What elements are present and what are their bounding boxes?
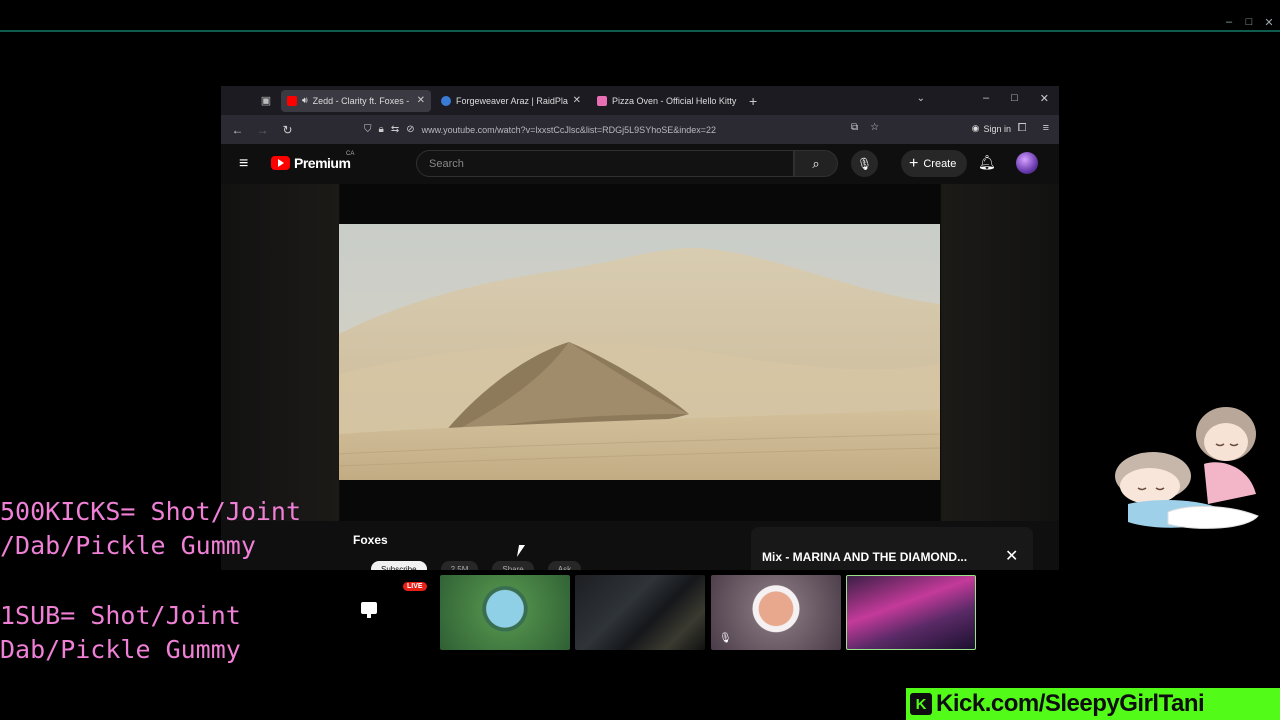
- raidplan-favicon-icon: [441, 95, 451, 106]
- overlay-goal-line-2: /Dab/Pickle Gummy: [0, 531, 256, 560]
- url-actions: ⧉ ☆: [851, 122, 879, 133]
- search-icon: ⌕: [812, 155, 820, 171]
- window-accent-line: [0, 30, 1280, 32]
- window-thumbnail-game[interactable]: [575, 575, 705, 650]
- mic-muted-icon: 🎙︎: [719, 633, 732, 644]
- microphone-icon: 🎙︎: [856, 156, 873, 171]
- url-text[interactable]: www.youtube.com/watch?v=lxxstCcJlsc&list…: [422, 125, 716, 135]
- youtube-brand: Premium: [294, 155, 351, 171]
- plus-icon: +: [909, 154, 919, 172]
- new-tab-button[interactable]: +: [749, 93, 757, 109]
- forward-arrow-icon[interactable]: →: [250, 123, 275, 137]
- mix-title[interactable]: Mix - MARINA AND THE DIAMOND...: [762, 550, 967, 564]
- maximize-icon[interactable]: □: [1011, 92, 1018, 105]
- youtube-logo[interactable]: Premium: [271, 155, 351, 171]
- notifications-bell-icon[interactable]: 🔔︎: [978, 154, 996, 171]
- stream-taskbar: LIVE 🎙︎: [351, 570, 979, 652]
- hello-kitty-favicon-icon: [597, 95, 607, 106]
- window-thumbnail-stream[interactable]: [846, 575, 976, 650]
- create-button[interactable]: + Create: [901, 150, 968, 177]
- search-input[interactable]: [429, 157, 793, 170]
- subscribe-button[interactable]: Subscribe: [371, 561, 427, 570]
- create-label: Create: [923, 157, 957, 170]
- minimize-icon[interactable]: –: [983, 92, 989, 105]
- kick-channel-banner: K Kick.com/SleepyGirlTani: [906, 688, 1280, 720]
- live-badge: LIVE: [403, 582, 427, 591]
- share-button[interactable]: Share: [492, 561, 534, 570]
- audio-playing-icon[interactable]: 🔊︎: [302, 95, 308, 106]
- overlay-goal-line-3: 1SUB= Shot/Joint: [0, 601, 241, 630]
- window-thumbnail-webcam-cat[interactable]: 🎙︎: [711, 575, 841, 650]
- menu-icon[interactable]: ≡: [1043, 122, 1049, 135]
- voice-search-button[interactable]: 🎙︎: [851, 150, 878, 177]
- video-actions: Subscribe 2.5M Share Ask: [371, 561, 582, 570]
- region-code: CA: [346, 151, 355, 157]
- outer-window-controls: – □ ✕: [1224, 16, 1274, 29]
- sleeping-kids-mascot-icon: [1115, 407, 1259, 529]
- reload-icon[interactable]: ↻: [275, 123, 300, 137]
- back-arrow-icon[interactable]: ←: [225, 123, 250, 137]
- lock-icon[interactable]: 🔒︎: [379, 124, 384, 135]
- overlay-goal-line-4: Dab/Pickle Gummy: [0, 635, 241, 664]
- tab-raidplan[interactable]: Forgeweaver Araz | RaidPlan.io ✕: [435, 90, 587, 112]
- bookmark-star-icon[interactable]: ☆: [870, 122, 879, 133]
- close-icon[interactable]: ✕: [1005, 546, 1018, 566]
- kick-channel-url: Kick.com/SleepyGirlTani: [936, 690, 1205, 717]
- video-title: Foxes: [353, 533, 388, 547]
- sign-in-label: Sign in: [983, 123, 1011, 134]
- autoplay-blocked-icon[interactable]: ⊘: [406, 124, 414, 135]
- overlay-goal-line-1: 500KICKS= Shot/Joint: [0, 497, 302, 526]
- youtube-play-icon: [271, 156, 290, 170]
- mix-playlist-panel[interactable]: Mix - MARINA AND THE DIAMOND... ✕: [751, 527, 1033, 570]
- avatar[interactable]: [1016, 152, 1038, 174]
- permissions-icon[interactable]: ⇆: [391, 124, 399, 135]
- tab-label: Zedd - Clarity ft. Foxes - Yo: [312, 95, 412, 106]
- tab-label: Forgeweaver Araz | RaidPlan.io: [456, 95, 568, 106]
- url-bar[interactable]: ⛉ 🔒︎ ⇆ ⊘ www.youtube.com/watch?v=lxxstCc…: [364, 119, 884, 140]
- account-icon: ◉: [971, 123, 980, 133]
- tab-list-chevron-icon[interactable]: ⌄: [917, 93, 925, 104]
- video-frame[interactable]: [339, 224, 940, 480]
- ask-button[interactable]: Ask: [547, 561, 582, 570]
- toolbar-icons: ⧠ ≡: [1018, 122, 1049, 135]
- browser-window-controls: – □ ✕: [983, 92, 1049, 105]
- maximize-icon[interactable]: □: [1244, 16, 1254, 29]
- hamburger-menu-icon[interactable]: ≡: [239, 155, 248, 173]
- youtube-header: ≡ Premium CA ⌕ 🎙︎ + Create 🔔︎: [221, 144, 1059, 184]
- tab-youtube[interactable]: 🔊︎ Zedd - Clarity ft. Foxes - Yo ✕: [281, 89, 431, 112]
- like-button[interactable]: 2.5M: [440, 561, 479, 570]
- close-tab-icon[interactable]: ✕: [417, 95, 425, 106]
- desert-dunes-video: [339, 224, 940, 480]
- kick-logo-icon: K: [910, 693, 932, 715]
- video-info: Foxes Subscribe 2.5M Share Ask Mix - MAR…: [221, 521, 1059, 570]
- minimize-icon[interactable]: –: [1224, 16, 1234, 29]
- tab-bar: ▣ 🔊︎ Zedd - Clarity ft. Foxes - Yo ✕ For…: [221, 86, 1059, 115]
- window-thumbnail-pepe[interactable]: [440, 575, 570, 650]
- nav-bar: ← → ↻ ⛉ 🔒︎ ⇆ ⊘ www.youtube.com/watch?v=l…: [221, 115, 1059, 144]
- shield-icon[interactable]: ⛉: [364, 124, 372, 135]
- search-button[interactable]: ⌕: [794, 150, 838, 177]
- close-icon[interactable]: ✕: [1040, 92, 1049, 105]
- picture-in-picture-icon[interactable]: ⧉: [851, 122, 858, 133]
- video-player[interactable]: [221, 184, 1059, 521]
- monitor-icon[interactable]: [361, 602, 377, 618]
- search-field[interactable]: [416, 150, 794, 177]
- extensions-icon[interactable]: ⧠: [1018, 122, 1027, 135]
- tab-overview-icon[interactable]: ▣: [255, 94, 277, 107]
- tab-hello-kitty[interactable]: Pizza Oven - Official Hello Kitty: [591, 90, 743, 112]
- sign-in-button[interactable]: ◉ Sign in: [972, 123, 1011, 134]
- youtube-favicon-icon: [287, 95, 297, 106]
- close-tab-icon[interactable]: ✕: [573, 95, 581, 106]
- browser-window: ▣ 🔊︎ Zedd - Clarity ft. Foxes - Yo ✕ For…: [221, 86, 1059, 570]
- tab-label: Pizza Oven - Official Hello Kitty: [612, 95, 737, 106]
- close-icon[interactable]: ✕: [1264, 16, 1274, 29]
